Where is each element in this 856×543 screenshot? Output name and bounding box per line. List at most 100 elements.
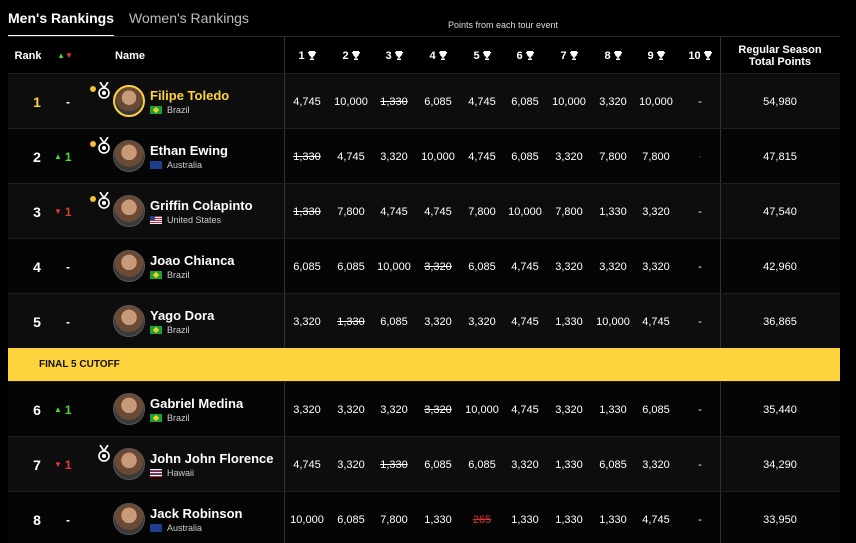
event-points-cell: 6,085 bbox=[424, 95, 452, 108]
event-points-cell: 1,330 bbox=[424, 513, 452, 526]
rank-number: 8 bbox=[33, 511, 41, 528]
table-row[interactable]: 2 ▲ 1 Ethan Ewing Australia 1,330 4,745 3,320 10… bbox=[8, 128, 840, 183]
event-header-9: 9 bbox=[634, 37, 678, 74]
event-points-cell: 6,085 bbox=[599, 458, 627, 471]
event-points-cell: 4,745 bbox=[468, 95, 496, 108]
column-divider bbox=[720, 492, 721, 543]
br-flag-icon bbox=[150, 326, 162, 334]
event-points-cell: 4,745 bbox=[337, 150, 365, 163]
event-header-1: 1 bbox=[285, 37, 329, 74]
status-dot-icon bbox=[90, 141, 96, 147]
event-header-5: 5 bbox=[460, 37, 504, 74]
event-points-cell: 3,320 bbox=[555, 403, 583, 416]
table-row[interactable]: 1 - Filipe Toledo Brazil 4,745 10,000 1,330 6,0… bbox=[8, 73, 840, 128]
event-points-cell: 7,800 bbox=[380, 513, 408, 526]
trophy-icon bbox=[703, 51, 712, 60]
points-caption: Points from each tour event bbox=[448, 20, 559, 30]
event-points-cell: 7,800 bbox=[642, 150, 670, 163]
event-points-cell: - bbox=[698, 260, 702, 273]
event-points-cell: 3,320 bbox=[468, 315, 496, 328]
surfer-name[interactable]: Yago Dora bbox=[150, 308, 214, 323]
rank-number: 1 bbox=[33, 93, 41, 110]
event-points-cell: 1,330 bbox=[555, 315, 583, 328]
column-divider bbox=[284, 294, 285, 348]
surfer-name[interactable]: Joao Chianca bbox=[150, 253, 235, 268]
total-points: 36,865 bbox=[763, 315, 797, 328]
event-header-4: 4 bbox=[416, 37, 460, 74]
table-row[interactable]: 8 - Jack Robinson Australia 10,000 6,085 7,800… bbox=[8, 491, 840, 543]
rank-movement: - bbox=[66, 74, 70, 129]
surfer-name[interactable]: Jack Robinson bbox=[150, 506, 242, 521]
us-flag-icon bbox=[150, 216, 162, 224]
total-points: 47,815 bbox=[763, 150, 797, 163]
country-name: United States bbox=[167, 215, 222, 225]
event-points-cell: 7,800 bbox=[599, 150, 627, 163]
event-points-cell: 6,085 bbox=[293, 260, 321, 273]
event-points-cell: - bbox=[698, 205, 702, 218]
movement-value: 1 bbox=[64, 204, 72, 219]
event-points-cell: 1,330 bbox=[293, 205, 321, 218]
rank-number: 5 bbox=[33, 313, 41, 330]
surfer-country: United States bbox=[150, 215, 221, 225]
event-points-cell: 1,330 bbox=[511, 513, 539, 526]
trophy-icon bbox=[569, 51, 578, 60]
event-points-cell: 10,000 bbox=[552, 95, 586, 108]
surfer-name[interactable]: Gabriel Medina bbox=[150, 396, 243, 411]
rank-movement: - bbox=[66, 294, 70, 349]
event-points-cell: 4,745 bbox=[380, 205, 408, 218]
up-arrow-icon: ▲ bbox=[54, 405, 62, 414]
event-header-3: 3 bbox=[372, 37, 416, 74]
table-row[interactable]: 6 ▲ 1 Gabriel Medina Brazil 3,320 3,320 3,320 3,… bbox=[8, 381, 840, 436]
rank-movement: ▼ 1 bbox=[54, 184, 72, 239]
event-points-cell: 3,320 bbox=[642, 205, 670, 218]
total-points: 42,960 bbox=[763, 260, 797, 273]
table-row[interactable]: 7 ▼ 1 John John Florence Hawaii 4,745 3,320 1,3… bbox=[8, 436, 840, 491]
surfer-name[interactable]: Ethan Ewing bbox=[150, 143, 228, 158]
table-row[interactable]: 4 - Joao Chianca Brazil 6,085 6,085 10,000 3,32… bbox=[8, 238, 840, 293]
total-header-line2: Total Points bbox=[748, 55, 812, 68]
surfer-country: Brazil bbox=[150, 270, 190, 280]
event-number: 7 bbox=[560, 49, 567, 62]
event-number: 5 bbox=[473, 49, 480, 62]
event-points-cell: 3,320 bbox=[555, 150, 583, 163]
surfer-name[interactable]: Griffin Colapinto bbox=[150, 198, 253, 213]
total-points-header: Regular Season Total Points bbox=[720, 37, 840, 74]
event-points-cell: 3,320 bbox=[424, 260, 452, 273]
surfer-country: Australia bbox=[150, 523, 202, 533]
column-divider bbox=[720, 129, 721, 183]
column-divider bbox=[720, 74, 721, 128]
event-points-cell: 10,000 bbox=[596, 315, 630, 328]
br-flag-icon bbox=[150, 106, 162, 114]
column-divider bbox=[284, 382, 285, 436]
tab-womens-rankings[interactable]: Women's Rankings bbox=[129, 10, 249, 26]
event-points-cell: 3,320 bbox=[642, 260, 670, 273]
avatar bbox=[113, 195, 145, 227]
event-points-cell: 3,320 bbox=[424, 315, 452, 328]
rank-movement: - bbox=[66, 239, 70, 294]
trophy-icon bbox=[307, 51, 316, 60]
event-points-cell: 3,320 bbox=[380, 403, 408, 416]
avatar bbox=[113, 393, 145, 425]
sort-up-icon: ▲ bbox=[57, 50, 65, 60]
status-dot-icon bbox=[90, 196, 96, 202]
surfer-name[interactable]: John John Florence bbox=[150, 451, 274, 466]
movement-header[interactable]: ▲ ▼ bbox=[52, 37, 78, 74]
movement-value: - bbox=[66, 259, 70, 274]
event-points-cell: - bbox=[698, 315, 702, 328]
surfer-name[interactable]: Filipe Toledo bbox=[150, 88, 229, 103]
br-flag-icon bbox=[150, 414, 162, 422]
event-points-cell: 10,000 bbox=[290, 513, 324, 526]
event-points-cell: 10,000 bbox=[508, 205, 542, 218]
column-divider bbox=[284, 239, 285, 293]
column-divider bbox=[284, 492, 285, 543]
event-points-cell: 4,745 bbox=[468, 150, 496, 163]
table-row[interactable]: 5 - Yago Dora Brazil 3,320 1,330 6,085 3,320 3,3… bbox=[8, 293, 840, 348]
event-points-cell: 4,745 bbox=[511, 260, 539, 273]
table-row[interactable]: 3 ▼ 1 Griffin Colapinto United States 1,330 7,… bbox=[8, 183, 840, 238]
medal-icon bbox=[97, 136, 111, 155]
surfer-country: Brazil bbox=[150, 105, 190, 115]
tab-mens-rankings[interactable]: Men's Rankings bbox=[8, 10, 115, 37]
rank-number: 3 bbox=[33, 203, 41, 220]
event-points-cell: - bbox=[698, 403, 702, 416]
event-points-cell: 3,320 bbox=[511, 458, 539, 471]
